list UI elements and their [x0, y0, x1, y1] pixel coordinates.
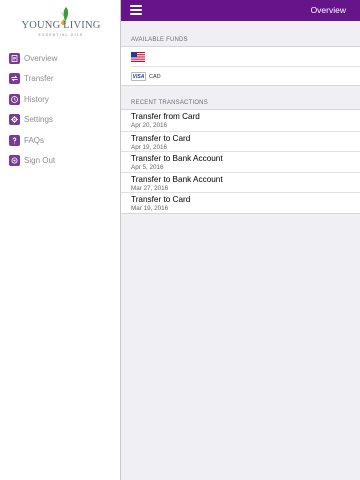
document-icon: [9, 52, 20, 64]
logo-tagline: ESSENTIAL OILS: [38, 33, 84, 37]
history-icon: [9, 93, 20, 105]
transaction-date: Apr 19, 2016: [131, 143, 168, 151]
transaction-title: Transfer from Card: [131, 112, 200, 121]
sidebar: YOUNG LIVING ESSENTIAL OILS Overview Tra…: [0, 0, 121, 480]
sidebar-item-label: FAQs: [24, 135, 45, 145]
sidebar-item-sign-out[interactable]: Sign Out: [0, 151, 120, 172]
recent-transactions-header: RECENT TRANSACTIONS: [131, 100, 208, 106]
sidebar-item-label: Sign Out: [24, 156, 56, 166]
sidebar-item-faqs[interactable]: FAQs: [0, 130, 120, 151]
sidebar-item-settings[interactable]: Settings: [0, 110, 120, 131]
logo-wordmark: YOUNG LIVING: [21, 20, 101, 31]
available-funds-header: AVAILABLE FUNDS: [131, 37, 188, 43]
question-icon: [9, 134, 20, 146]
sidebar-item-label: Transfer: [24, 74, 54, 84]
transaction-row[interactable]: Transfer to Card Mar 19, 2016: [121, 192, 360, 213]
page-title: Overview: [310, 5, 346, 15]
sidebar-item-label: History: [24, 94, 49, 104]
sidebar-item-label: Settings: [24, 115, 53, 125]
currency-code: CAD: [149, 74, 161, 80]
transaction-row[interactable]: Transfer to Bank Account Mar 27, 2016: [121, 171, 360, 193]
menu-icon[interactable]: [130, 5, 142, 15]
fund-row-usd[interactable]: [121, 47, 360, 66]
transaction-title: Transfer to Bank Account: [131, 174, 223, 184]
fund-row-cad[interactable]: VISA CAD: [131, 66, 360, 85]
sign-out-icon: [9, 155, 20, 167]
sidebar-item-overview[interactable]: Overview: [0, 48, 120, 69]
transaction-date: Mar 27, 2016: [131, 184, 169, 192]
transaction-row[interactable]: Transfer to Bank Account Apr 5, 2016: [121, 151, 360, 172]
sidebar-nav: Overview Transfer History Settings FAQs: [0, 48, 120, 171]
transaction-title: Transfer to Card: [131, 195, 191, 204]
transaction-date: Apr 20, 2016: [131, 122, 168, 129]
settings-icon: [9, 114, 20, 126]
sidebar-item-history[interactable]: History: [0, 89, 120, 110]
transaction-date: Apr 5, 2016: [131, 164, 164, 171]
transaction-title: Transfer to Bank Account: [131, 154, 223, 163]
sidebar-item-transfer[interactable]: Transfer: [0, 69, 120, 90]
us-flag-icon: [131, 52, 145, 62]
transaction-row[interactable]: Transfer from Card Apr 20, 2016: [121, 110, 360, 131]
sidebar-item-label: Overview: [24, 53, 58, 63]
top-bar: Overview: [121, 0, 360, 21]
transactions-list: Transfer from Card Apr 20, 2016 Transfer…: [121, 109, 360, 214]
funds-list: VISA CAD: [121, 46, 360, 86]
transaction-title: Transfer to Card: [131, 133, 191, 143]
young-living-logo: YOUNG LIVING ESSENTIAL OILS: [14, 6, 108, 42]
transfer-icon: [9, 73, 20, 85]
transaction-date: Mar 19, 2016: [131, 205, 169, 212]
visa-card-icon: VISA: [131, 72, 146, 81]
transaction-row[interactable]: Transfer to Card Apr 19, 2016: [121, 130, 360, 152]
main-panel: Overview AVAILABLE FUNDS VISA CAD RECENT…: [121, 0, 360, 480]
